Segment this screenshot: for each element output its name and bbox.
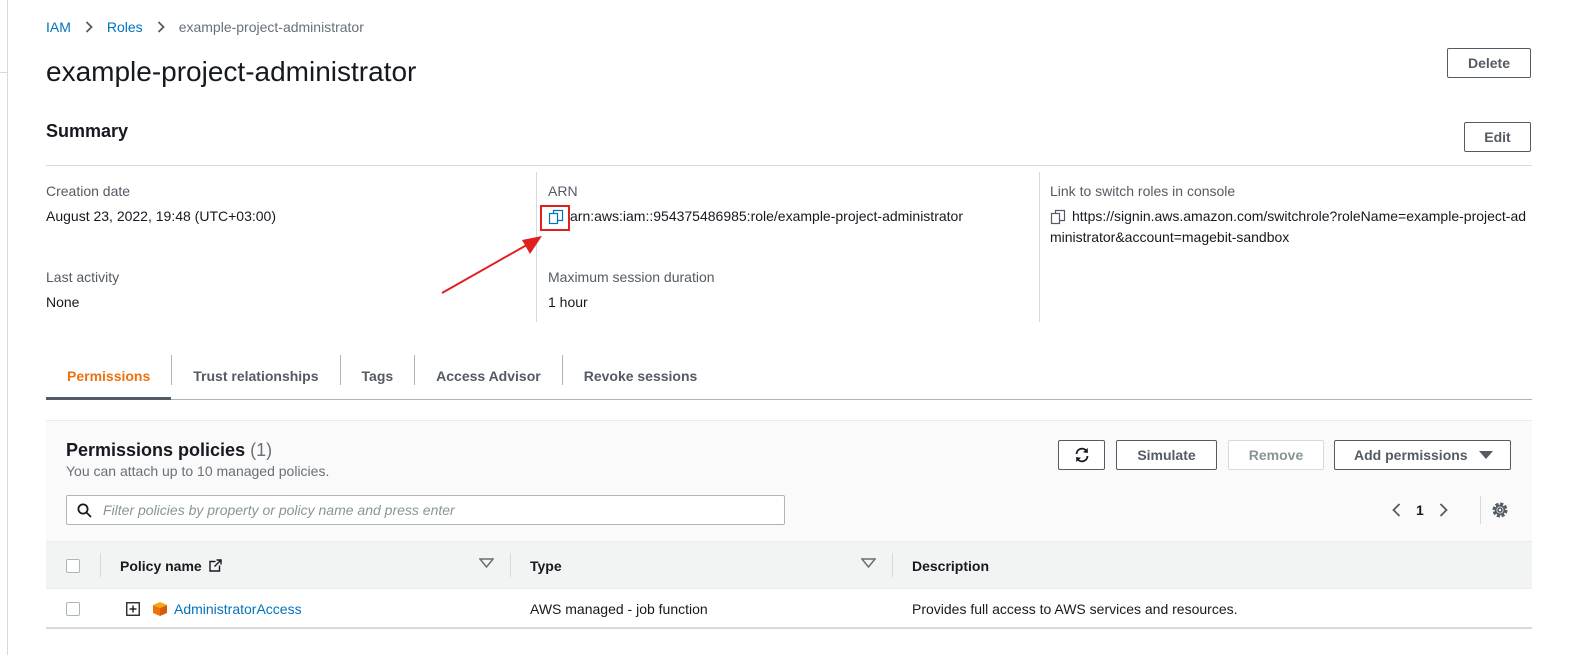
switch-role-link-line2[interactable]: ministrator&account=magebit-sandbox xyxy=(1050,229,1289,245)
refresh-icon xyxy=(1075,447,1088,463)
annotation-highlight-box xyxy=(540,205,570,231)
summary-title: Summary xyxy=(46,121,129,141)
last-activity-label: Last activity xyxy=(46,269,120,285)
policy-count: (1) xyxy=(250,440,273,460)
row-checkbox[interactable] xyxy=(66,602,80,616)
policies-table-header: Policy name Type Description xyxy=(46,541,1532,589)
tab-permissions[interactable]: Permissions xyxy=(46,352,172,400)
gear-icon[interactable] xyxy=(1490,500,1510,520)
policy-search xyxy=(66,495,785,525)
policy-name-link[interactable]: AdministratorAccess xyxy=(174,589,302,629)
tab-revoke-sessions[interactable]: Revoke sessions xyxy=(563,352,719,399)
breadcrumb-current: example-project-administrator xyxy=(178,19,364,35)
creation-date-value: August 23, 2022, 19:48 (UTC+03:00) xyxy=(46,208,276,224)
switch-role-link-row: https://signin.aws.amazon.com/switchrole… xyxy=(1050,206,1528,248)
column-header-policy-name-label: Policy name xyxy=(120,557,202,574)
left-nav-notch xyxy=(0,72,8,73)
policy-description-cell: Provides full access to AWS services and… xyxy=(912,601,1238,617)
search-icon xyxy=(67,503,101,518)
column-divider xyxy=(510,553,511,577)
arn-value: arn:aws:iam::954375486985:role/example-p… xyxy=(570,208,963,224)
switch-role-link-label: Link to switch roles in console xyxy=(1050,183,1236,199)
breadcrumb-roles[interactable]: Roles xyxy=(107,19,143,35)
max-session-value: 1 hour xyxy=(548,294,588,310)
permissions-policies-panel: Permissions policies (1) You can attach … xyxy=(46,420,1532,630)
policy-search-input[interactable] xyxy=(101,501,784,519)
tab-access-advisor[interactable]: Access Advisor xyxy=(415,352,562,399)
table-row: AdministratorAccess AWS managed - job fu… xyxy=(46,589,1532,629)
permissions-policies-title: Permissions policies (1) xyxy=(66,440,272,461)
expand-row-icon[interactable] xyxy=(126,589,140,629)
simulate-button[interactable]: Simulate xyxy=(1116,440,1217,470)
max-session-field: Maximum session duration 1 hour xyxy=(548,269,715,313)
permissions-policies-subtitle: You can attach up to 10 managed policies… xyxy=(66,463,330,479)
copy-icon[interactable] xyxy=(1050,209,1066,225)
summary-divider xyxy=(46,165,1532,166)
policy-type-cell: AWS managed - job function xyxy=(530,601,708,617)
last-activity-value: None xyxy=(46,294,80,310)
tab-tags[interactable]: Tags xyxy=(341,352,415,399)
chevron-right-icon xyxy=(85,21,93,33)
summary-column-divider xyxy=(1039,172,1040,322)
previous-page-icon[interactable] xyxy=(1386,500,1406,520)
switch-role-link-line1[interactable]: https://signin.aws.amazon.com/switchrole… xyxy=(1072,208,1526,224)
annotation-arrow-icon xyxy=(441,236,542,294)
breadcrumb-iam[interactable]: IAM xyxy=(46,19,71,35)
next-page-icon[interactable] xyxy=(1434,500,1454,520)
creation-date-label: Creation date xyxy=(46,183,131,199)
page-title: example-project-administrator xyxy=(46,56,417,87)
pagination: 1 xyxy=(1386,500,1454,520)
arn-row: arn:aws:iam::954375486985:role/example-p… xyxy=(548,206,963,227)
left-nav-rail xyxy=(0,0,8,655)
remove-button[interactable]: Remove xyxy=(1228,440,1324,470)
role-tabs: Permissions Trust relationships Tags Acc… xyxy=(46,352,1532,400)
chevron-right-icon xyxy=(157,21,165,33)
column-header-policy-name[interactable]: Policy name xyxy=(120,542,222,589)
last-activity-field: Last activity None xyxy=(46,269,119,313)
select-all-cell xyxy=(66,542,80,589)
policy-name-text[interactable]: AdministratorAccess xyxy=(174,601,302,617)
pager-divider xyxy=(1480,496,1481,524)
caret-down-icon xyxy=(1478,450,1493,459)
column-divider xyxy=(100,553,101,577)
permissions-policies-heading: Permissions policies xyxy=(66,440,246,460)
row-select-cell xyxy=(66,589,80,629)
page-number[interactable]: 1 xyxy=(1416,502,1424,518)
add-permissions-label: Add permissions xyxy=(1354,447,1468,463)
creation-date-field: Creation date August 23, 2022, 19:48 (UT… xyxy=(46,183,276,227)
add-permissions-button[interactable]: Add permissions xyxy=(1334,440,1511,470)
aws-managed-policy-icon xyxy=(152,589,168,629)
max-session-label: Maximum session duration xyxy=(548,269,715,285)
column-header-description[interactable]: Description xyxy=(912,542,989,589)
delete-button[interactable]: Delete xyxy=(1447,48,1531,78)
column-divider xyxy=(892,553,893,577)
edit-button[interactable]: Edit xyxy=(1464,122,1531,152)
arn-label: ARN xyxy=(548,183,578,199)
external-link-icon xyxy=(209,558,222,572)
select-all-checkbox[interactable] xyxy=(66,558,80,573)
sort-caret-icon[interactable] xyxy=(861,558,876,568)
switch-role-link-field: Link to switch roles in console https://… xyxy=(1050,183,1528,248)
refresh-button[interactable] xyxy=(1058,440,1105,470)
breadcrumb: IAM Roles example-project-administrator xyxy=(46,19,364,35)
tab-trust-relationships[interactable]: Trust relationships xyxy=(172,352,339,399)
arn-field: ARN arn:aws:iam::954375486985:role/examp… xyxy=(548,183,963,227)
sort-caret-icon[interactable] xyxy=(479,558,494,568)
column-header-type[interactable]: Type xyxy=(530,542,562,589)
